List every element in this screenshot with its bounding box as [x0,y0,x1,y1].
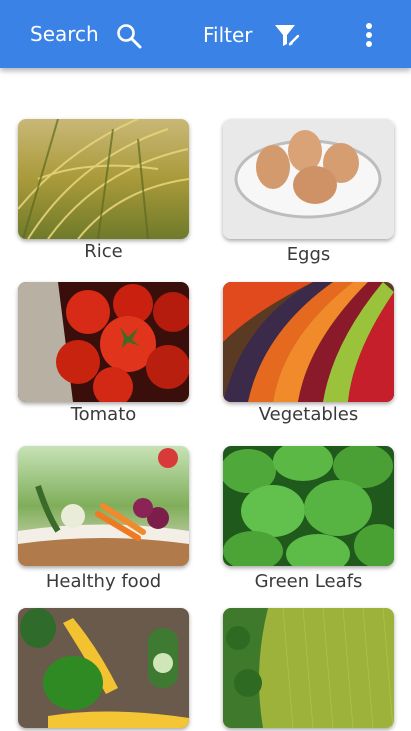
category-card-healthy-food[interactable] [18,446,189,566]
category-card-green-leafs[interactable] [223,446,394,566]
search-button-label[interactable]: Search [30,22,99,46]
category-card-green-field[interactable] [223,608,394,728]
healthy-food-photo [18,446,189,566]
category-card-vegetables[interactable] [223,282,394,402]
category-card-eggs[interactable] [223,119,394,239]
category-label: Vegetables [258,404,359,425]
category-label: Eggs [286,244,331,265]
green-field-photo [223,608,394,728]
category-label: Tomato [70,404,137,425]
category-label: Healthy food [45,571,162,592]
category-label: Green Leafs [254,571,363,592]
corn-peppers-photo [18,608,189,728]
app-toolbar: Search Filter [0,0,411,68]
filter-button-label[interactable]: Filter [203,23,253,47]
filter-icon[interactable] [273,22,301,50]
category-card-corn-peppers[interactable] [18,608,189,728]
eggs-photo [223,119,394,239]
category-label: Rice [84,241,123,262]
category-card-tomato[interactable] [18,282,189,402]
rice-photo [18,119,189,239]
tomato-photo [18,282,189,402]
more-options-icon[interactable] [357,22,381,48]
search-icon[interactable] [115,22,143,50]
vegetables-photo [223,282,394,402]
category-card-rice[interactable] [18,119,189,239]
green-leafs-photo [223,446,394,566]
